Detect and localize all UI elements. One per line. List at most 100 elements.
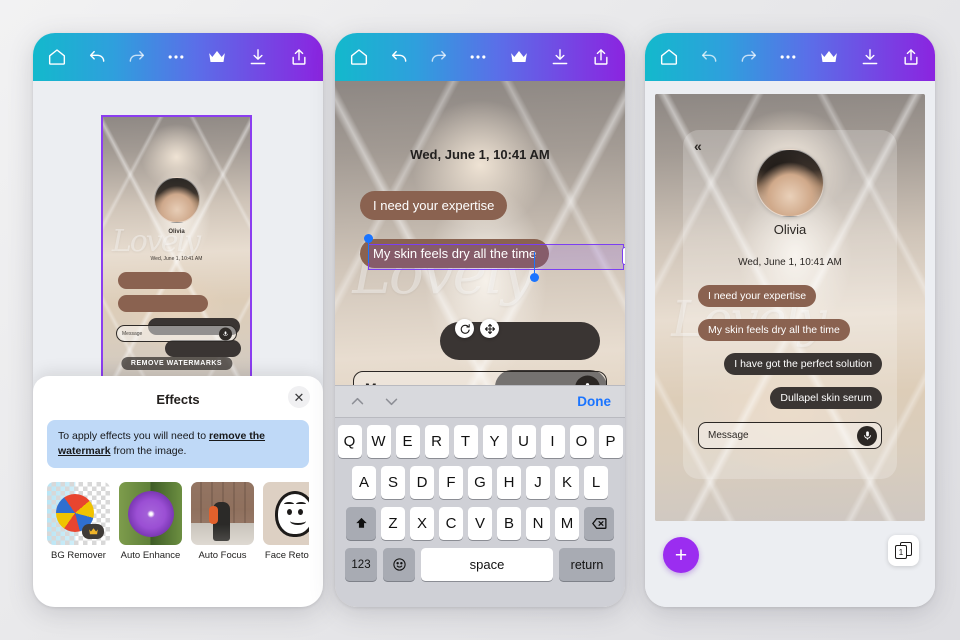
chat-bubble-editing[interactable]: My skin feels dry all the time: [360, 239, 625, 270]
chat-date: Wed, June 1, 10:41 AM: [150, 256, 203, 262]
home-icon[interactable]: [659, 47, 679, 67]
microphone-icon[interactable]: [219, 327, 232, 340]
key-b[interactable]: B: [497, 507, 521, 540]
toolbar-right: [645, 33, 935, 81]
remove-watermarks-button[interactable]: REMOVE WATERMARKS: [120, 357, 233, 370]
key-p[interactable]: P: [598, 425, 623, 458]
key-s[interactable]: S: [381, 466, 405, 499]
key-v[interactable]: V: [468, 507, 492, 540]
microphone-icon[interactable]: [857, 425, 877, 446]
text-edit-selection[interactable]: My skin feels dry all the time: [360, 234, 625, 282]
add-button[interactable]: +: [663, 537, 699, 573]
avatar: [756, 149, 824, 217]
redo-icon[interactable]: [127, 47, 147, 67]
share-icon[interactable]: [901, 47, 921, 67]
key-z[interactable]: Z: [381, 507, 405, 540]
layers-button[interactable]: 1: [888, 535, 919, 566]
redo-icon[interactable]: [429, 47, 449, 67]
back-icon[interactable]: «: [694, 138, 702, 154]
chat-bubble[interactable]: Dullapel skin serum: [770, 387, 882, 409]
keyboard-row-4: 123 space return: [338, 548, 622, 581]
shift-key[interactable]: [346, 507, 376, 540]
chat-bubble[interactable]: My skin feels dry all the time: [698, 319, 850, 341]
keyboard-accessory-bar: Done: [335, 385, 625, 418]
chat-bubble[interactable]: I need your expertise: [360, 191, 508, 220]
return-key[interactable]: return: [559, 548, 615, 581]
selection-handle-start[interactable]: [364, 234, 373, 263]
share-icon[interactable]: [289, 47, 309, 67]
keyboard-done-button[interactable]: Done: [577, 394, 611, 409]
crown-premium-icon[interactable]: [819, 47, 839, 67]
crown-premium-icon: [82, 524, 104, 540]
resize-handle-right[interactable]: [622, 247, 625, 265]
key-o[interactable]: O: [569, 425, 594, 458]
effect-item-bg-remover[interactable]: BG Remover: [47, 482, 110, 561]
download-icon[interactable]: [248, 47, 268, 67]
key-t[interactable]: T: [453, 425, 478, 458]
chat-bubble[interactable]: I need your expertise: [698, 285, 817, 307]
download-icon[interactable]: [550, 47, 570, 67]
home-icon[interactable]: [47, 47, 67, 67]
key-k[interactable]: K: [555, 466, 579, 499]
watermark-notice: To apply effects you will need to remove…: [47, 420, 309, 469]
chat-date: Wed, June 1, 10:41 AM: [738, 257, 842, 268]
key-i[interactable]: I: [540, 425, 565, 458]
key-n[interactable]: N: [526, 507, 550, 540]
key-m[interactable]: M: [555, 507, 579, 540]
crown-premium-icon[interactable]: [207, 47, 227, 67]
effects-list: BG Remover Auto Enhance Auto Focus Face …: [47, 482, 309, 561]
close-icon[interactable]: ✕: [288, 386, 310, 408]
share-icon[interactable]: [591, 47, 611, 67]
crown-premium-icon[interactable]: [509, 47, 529, 67]
key-d[interactable]: D: [410, 466, 434, 499]
chat-bubble[interactable]: I have got the perfect solution: [724, 353, 882, 375]
effect-item-auto-enhance[interactable]: Auto Enhance: [119, 482, 182, 561]
notice-prefix: To apply effects you will need to: [58, 430, 209, 442]
emoji-icon[interactable]: [383, 548, 415, 581]
undo-icon[interactable]: [389, 47, 409, 67]
eyebrow-right: [295, 501, 306, 506]
redo-icon[interactable]: [739, 47, 759, 67]
mini-bubble: [118, 272, 192, 289]
key-e[interactable]: E: [395, 425, 420, 458]
effect-item-face-retouch[interactable]: Face Retouch: [263, 482, 309, 561]
undo-icon[interactable]: [87, 47, 107, 67]
message-input[interactable]: Message: [698, 422, 882, 449]
effects-title: Effects: [156, 392, 200, 407]
image-canvas[interactable]: Lovely « Olivia Wed, June 1, 10:41 AM I …: [655, 94, 925, 521]
more-options-icon[interactable]: [166, 47, 186, 67]
effects-sheet: Effects ✕ To apply effects you will need…: [33, 376, 323, 607]
effect-item-auto-focus[interactable]: Auto Focus: [191, 482, 254, 561]
key-l[interactable]: L: [584, 466, 608, 499]
more-options-icon[interactable]: [778, 47, 798, 67]
key-h[interactable]: H: [497, 466, 521, 499]
canvas-selection-frame[interactable]: Lovely Olivia Wed, June 1, 10:41 AM Mess…: [101, 115, 252, 380]
key-w[interactable]: W: [366, 425, 391, 458]
message-input[interactable]: Message: [116, 325, 237, 342]
key-r[interactable]: R: [424, 425, 449, 458]
key-c[interactable]: C: [439, 507, 463, 540]
key-j[interactable]: J: [526, 466, 550, 499]
chevron-up-icon[interactable]: [349, 393, 366, 410]
key-f[interactable]: F: [439, 466, 463, 499]
backspace-key[interactable]: [584, 507, 614, 540]
purple-flower-split-thumb: [119, 482, 182, 546]
home-icon[interactable]: [349, 47, 369, 67]
more-options-icon[interactable]: [468, 47, 488, 67]
key-x[interactable]: X: [410, 507, 434, 540]
move-icon[interactable]: [480, 319, 499, 338]
space-key[interactable]: space: [421, 548, 553, 581]
rotate-icon[interactable]: [455, 319, 474, 338]
numbers-key[interactable]: 123: [345, 548, 377, 581]
key-g[interactable]: G: [468, 466, 492, 499]
key-u[interactable]: U: [511, 425, 536, 458]
undo-icon[interactable]: [699, 47, 719, 67]
layers-icon: 1: [895, 542, 912, 559]
key-a[interactable]: A: [352, 466, 376, 499]
effect-label: Auto Focus: [198, 550, 247, 562]
key-q[interactable]: Q: [337, 425, 362, 458]
chevron-down-icon[interactable]: [383, 393, 400, 410]
download-icon[interactable]: [860, 47, 880, 67]
key-y[interactable]: Y: [482, 425, 507, 458]
selection-handle-end[interactable]: [530, 252, 539, 282]
